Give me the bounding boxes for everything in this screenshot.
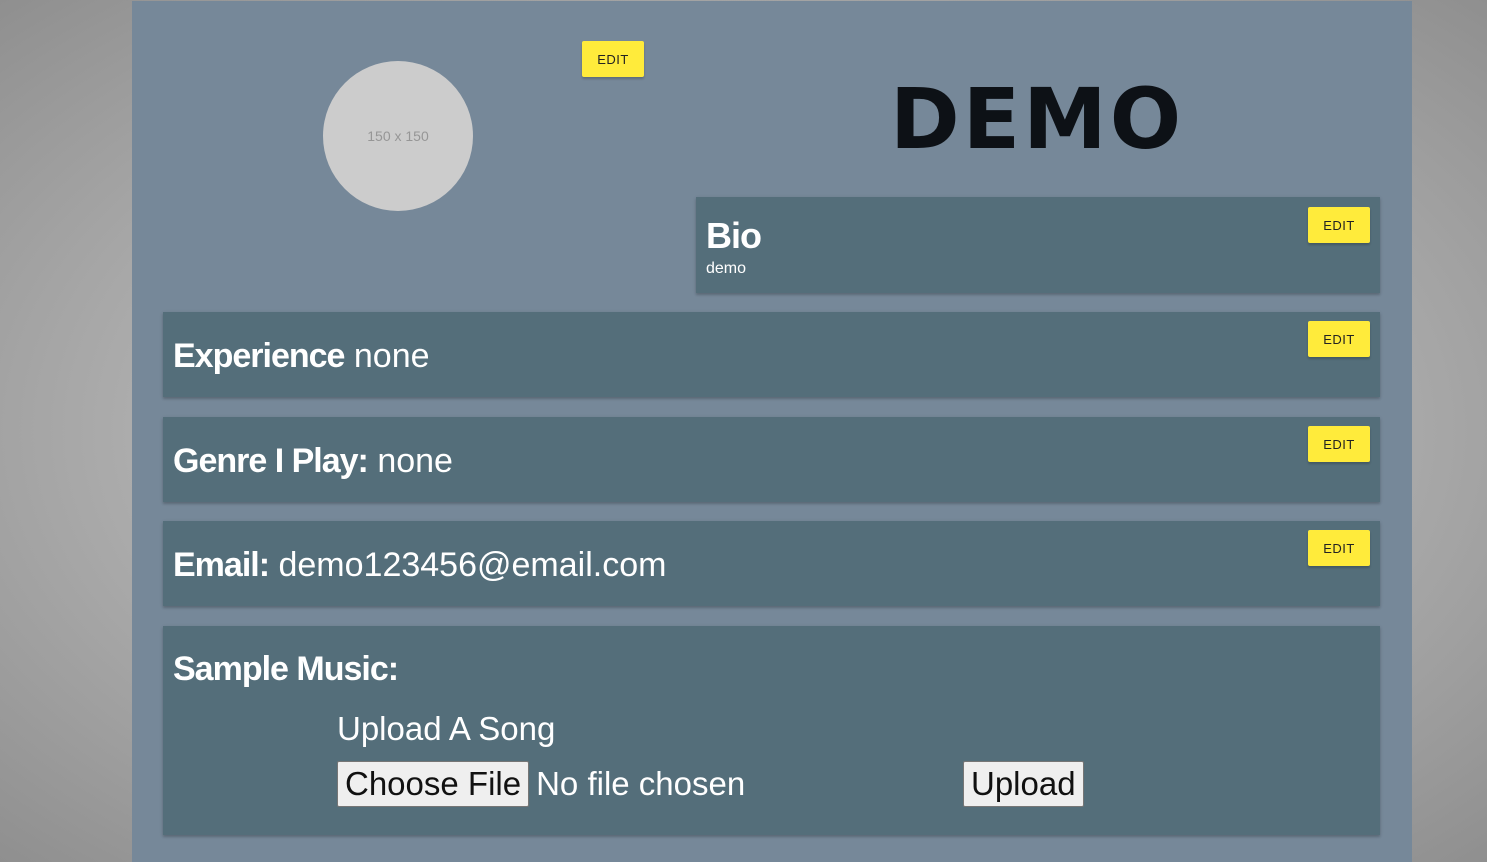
genre-card: Genre I Play: none EDIT [163, 417, 1380, 502]
bio-heading: Bio [706, 215, 762, 256]
sample-music-heading: Sample Music: [173, 650, 399, 688]
email-value: demo123456@email.com [269, 546, 667, 584]
edit-genre-button[interactable]: EDIT [1308, 426, 1370, 462]
edit-bio-button[interactable]: EDIT [1308, 207, 1370, 243]
upload-button[interactable]: Upload [963, 761, 1084, 807]
edit-avatar-button[interactable]: EDIT [582, 41, 644, 77]
edit-experience-button[interactable]: EDIT [1308, 321, 1370, 357]
file-input[interactable]: Choose File No file chosen [337, 761, 745, 807]
experience-value: none [344, 337, 430, 375]
file-status-text: No file chosen [536, 765, 746, 802]
choose-file-button[interactable]: Choose File [337, 761, 530, 807]
email-label: Email: [173, 546, 270, 584]
bio-text: demo [706, 260, 747, 277]
genre-row: Genre I Play: none [173, 442, 453, 481]
experience-card: Experience none EDIT [163, 312, 1380, 397]
experience-label: Experience [173, 337, 345, 375]
avatar: 150 x 150 [323, 61, 473, 211]
avatar-placeholder-text: 150 x 150 [367, 128, 429, 144]
genre-value: none [367, 442, 453, 480]
email-row: Email: demo123456@email.com [173, 546, 666, 585]
upload-song-heading: Upload A Song [337, 710, 556, 747]
profile-container: 150 x 150 EDIT DEMO Bio demo EDIT Experi… [132, 1, 1412, 862]
genre-label: Genre I Play: [173, 442, 369, 480]
sample-music-card: Sample Music: Upload A Song Choose File … [163, 626, 1380, 835]
profile-name-title: DEMO [890, 70, 1185, 168]
bio-card: Bio demo EDIT [696, 197, 1380, 293]
email-card: Email: demo123456@email.com EDIT [163, 521, 1380, 606]
experience-row: Experience none [173, 337, 430, 376]
edit-email-button[interactable]: EDIT [1308, 530, 1370, 566]
